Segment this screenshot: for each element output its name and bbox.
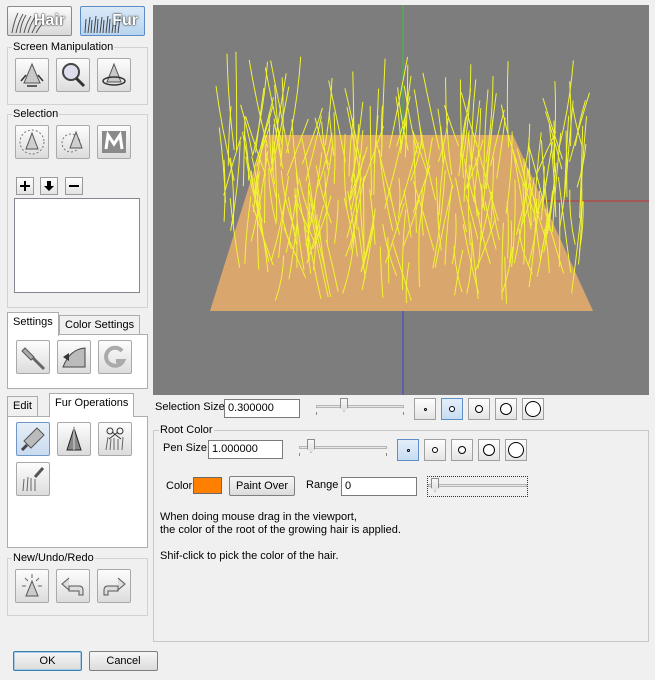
root-color-panel [153,430,649,642]
history-title: New/Undo/Redo [12,552,95,564]
selection-size-5-button[interactable] [522,398,544,420]
length-settings-button[interactable] [57,340,91,374]
fur-cone-icon [66,426,82,451]
help-line-3: Shif-click to pick the color of the hair… [160,550,339,562]
redo-arrow-icon [103,577,126,596]
help-line-2: the color of the root of the growing hai… [160,524,401,536]
paint-brush-icon [20,427,45,452]
selection-size-3-button[interactable] [468,398,490,420]
g-letter-icon [104,345,127,368]
selection-size-slider-thumb[interactable] [340,398,348,412]
cut-fur-tool-button[interactable] [98,422,132,456]
paint-over-button[interactable]: Paint Over [229,476,295,496]
new-button[interactable] [15,569,49,603]
fur-mode-button[interactable]: Fur [80,6,145,36]
root-color-title: Root Color [159,424,214,436]
pen-size-slider-thumb[interactable] [307,439,315,453]
pen-size-input[interactable]: 1.000000 [208,440,283,459]
magnifier-icon [62,63,86,88]
hair-mode-label: Hair [33,12,65,29]
tab-settings-label: Settings [13,316,53,328]
new-cone-icon [22,574,42,597]
viewport-3d[interactable] [153,5,649,395]
paint-over-label: Paint Over [236,480,288,492]
range-slider[interactable] [427,476,528,497]
generate-settings-button[interactable] [98,340,132,374]
tab-fur-operations-label: Fur Operations [55,397,129,409]
dotted-cone-small-icon [61,130,83,153]
selection-size-label: Selection Size [155,401,225,413]
selection-size-4-button[interactable] [495,398,517,420]
dotted-cone-icon [19,129,45,155]
undo-button[interactable] [56,569,90,603]
down-arrow-icon [44,181,54,191]
ok-label: OK [39,655,56,667]
screen-manipulation-title: Screen Manipulation [12,41,115,53]
selection-size-1-button[interactable] [414,398,436,420]
remove-button[interactable] [65,177,83,195]
undo-arrow-icon [61,577,84,596]
selection-size-slider[interactable] [316,396,404,416]
selection-title: Selection [12,108,60,120]
rotate-view-button[interactable] [97,58,131,92]
selection-size-input[interactable]: 0.300000 [224,399,300,418]
comb-settings-button[interactable] [16,340,50,374]
add-button[interactable] [16,177,34,195]
move-view-button[interactable] [15,58,49,92]
scissors-fur-icon [105,427,124,451]
tab-color-settings-label: Color Settings [65,319,135,331]
tab-fur-operations[interactable]: Fur Operations [49,393,135,417]
root-color-swatch[interactable] [193,477,222,494]
selection-list[interactable] [14,198,140,293]
fur-brush-icon [22,467,45,492]
pen-size-4-button[interactable] [478,439,500,461]
move-cone-icon [20,62,44,87]
minus-icon [69,185,79,187]
pen-size-slider[interactable] [299,437,387,457]
cancel-label: Cancel [106,655,141,667]
hair-mode-button[interactable]: Hair [7,6,72,36]
redo-button[interactable] [97,569,131,603]
brush-icon [21,347,46,371]
help-line-1: When doing mouse drag in the viewport, [160,511,357,523]
cancel-button[interactable]: Cancel [89,651,158,671]
pen-size-2-button[interactable] [424,439,446,461]
range-slider-thumb[interactable] [431,478,439,492]
m-letter-icon [102,130,126,153]
import-button[interactable] [40,177,58,195]
pen-size-5-button[interactable] [505,439,527,461]
range-label: Range [306,479,339,491]
color-label: Color [166,480,193,492]
zoom-view-button[interactable] [56,58,90,92]
tab-edit[interactable]: Edit [7,396,38,417]
plus-icon [20,181,30,191]
gradient-ramp-icon [62,347,86,368]
root-color-tool-button[interactable] [16,422,50,456]
select-mode-button[interactable] [97,125,131,159]
select-area-button[interactable] [56,125,90,159]
tab-edit-label: Edit [13,400,32,412]
comb-fur-tool-button[interactable] [16,462,50,496]
fur-mode-label: Fur [112,12,138,29]
selection-size-2-button[interactable] [441,398,463,420]
tab-color-settings[interactable]: Color Settings [59,315,141,336]
ok-button[interactable]: OK [13,651,82,671]
tab-settings[interactable]: Settings [7,312,59,336]
rotate-cone-icon [102,62,126,86]
range-input[interactable]: 0 [341,477,417,496]
pen-size-label: Pen Size [163,442,208,454]
viewport-scene [210,5,649,395]
pen-size-1-button[interactable] [397,439,419,461]
tip-color-tool-button[interactable] [57,422,91,456]
select-brush-button[interactable] [15,125,49,159]
pen-size-3-button[interactable] [451,439,473,461]
